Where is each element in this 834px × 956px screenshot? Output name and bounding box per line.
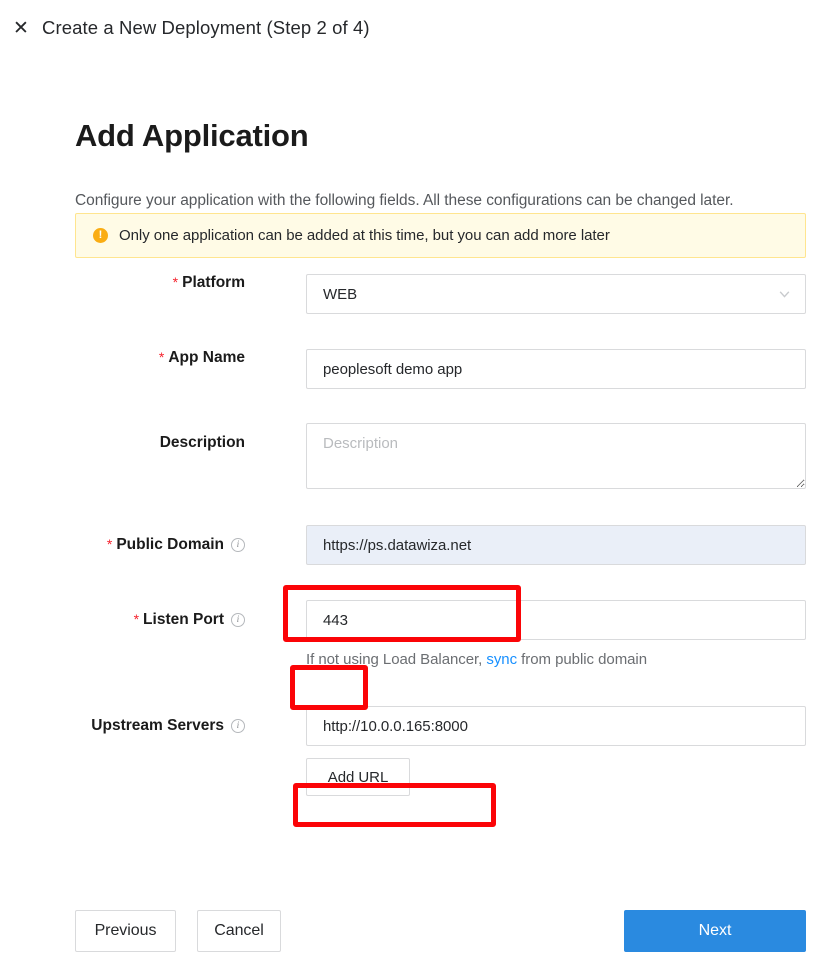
public-domain-label-text: Public Domain: [116, 536, 224, 553]
app-name-field-cell: [306, 349, 806, 389]
upstream-servers-label: Upstream Servers i: [0, 706, 245, 746]
next-button[interactable]: Next: [624, 910, 806, 952]
description-field-cell: [306, 423, 806, 489]
upstream-servers-label-text: Upstream Servers: [91, 717, 224, 734]
public-domain-label: * Public Domain i: [0, 525, 245, 565]
form-footer: Previous Cancel Next: [0, 910, 834, 952]
helper-suffix: from public domain: [517, 651, 648, 668]
upstream-servers-field-cell: Add URL: [306, 706, 806, 796]
close-icon[interactable]: ✕: [8, 15, 34, 41]
form-row-listen-port: * Listen Port i If not using Load Balanc…: [0, 600, 834, 668]
page-content: Add Application Configure your applicati…: [0, 56, 834, 210]
required-asterisk: *: [158, 349, 165, 365]
window-title: Create a New Deployment (Step 2 of 4): [42, 17, 370, 38]
platform-select[interactable]: WEB: [306, 274, 806, 314]
required-asterisk: *: [172, 274, 179, 290]
previous-button[interactable]: Previous: [75, 910, 176, 952]
info-icon[interactable]: i: [231, 719, 245, 733]
required-asterisk: *: [133, 611, 140, 627]
page-subtitle: Configure your application with the foll…: [75, 192, 734, 209]
platform-selected-value: WEB: [323, 285, 358, 303]
public-domain-field-cell: [306, 525, 806, 565]
sync-link[interactable]: sync: [486, 651, 517, 668]
listen-port-helper-text: If not using Load Balancer, sync from pu…: [306, 651, 806, 668]
public-domain-input[interactable]: [306, 525, 806, 565]
warning-circle-icon: !: [93, 228, 108, 243]
upstream-server-url-input[interactable]: [306, 706, 806, 746]
window-header: ✕ Create a New Deployment (Step 2 of 4): [0, 0, 834, 56]
info-banner-text: Only one application can be added at thi…: [119, 227, 610, 244]
description-textarea[interactable]: [306, 423, 806, 489]
cancel-button[interactable]: Cancel: [197, 910, 281, 952]
form-row-description: Description: [0, 423, 834, 489]
form-row-upstream-servers: Upstream Servers i Add URL: [0, 706, 834, 796]
platform-label-text: Platform: [182, 274, 245, 291]
listen-port-label: * Listen Port i: [0, 600, 245, 640]
platform-field-cell: WEB: [306, 274, 806, 314]
info-icon[interactable]: i: [231, 538, 245, 552]
info-banner: ! Only one application can be added at t…: [75, 213, 806, 258]
description-label: Description: [0, 423, 245, 463]
add-application-form: * Platform WEB * App Name Description: [0, 274, 834, 796]
listen-port-label-text: Listen Port: [143, 611, 224, 628]
chevron-down-icon: [779, 291, 790, 298]
app-name-label: * App Name: [0, 349, 245, 367]
add-url-button[interactable]: Add URL: [306, 758, 410, 796]
app-name-label-text: App Name: [168, 349, 245, 366]
form-row-platform: * Platform WEB: [0, 274, 834, 314]
page-title: Add Application: [75, 118, 309, 153]
helper-prefix: If not using Load Balancer,: [306, 651, 487, 668]
required-asterisk: *: [106, 536, 113, 552]
form-row-public-domain: * Public Domain i: [0, 525, 834, 565]
description-label-text: Description: [159, 434, 245, 451]
info-icon[interactable]: i: [231, 613, 245, 627]
app-name-input[interactable]: [306, 349, 806, 389]
listen-port-input[interactable]: [306, 600, 806, 640]
platform-label: * Platform: [0, 274, 245, 292]
form-row-app-name: * App Name: [0, 349, 834, 389]
listen-port-field-cell: If not using Load Balancer, sync from pu…: [306, 600, 806, 668]
